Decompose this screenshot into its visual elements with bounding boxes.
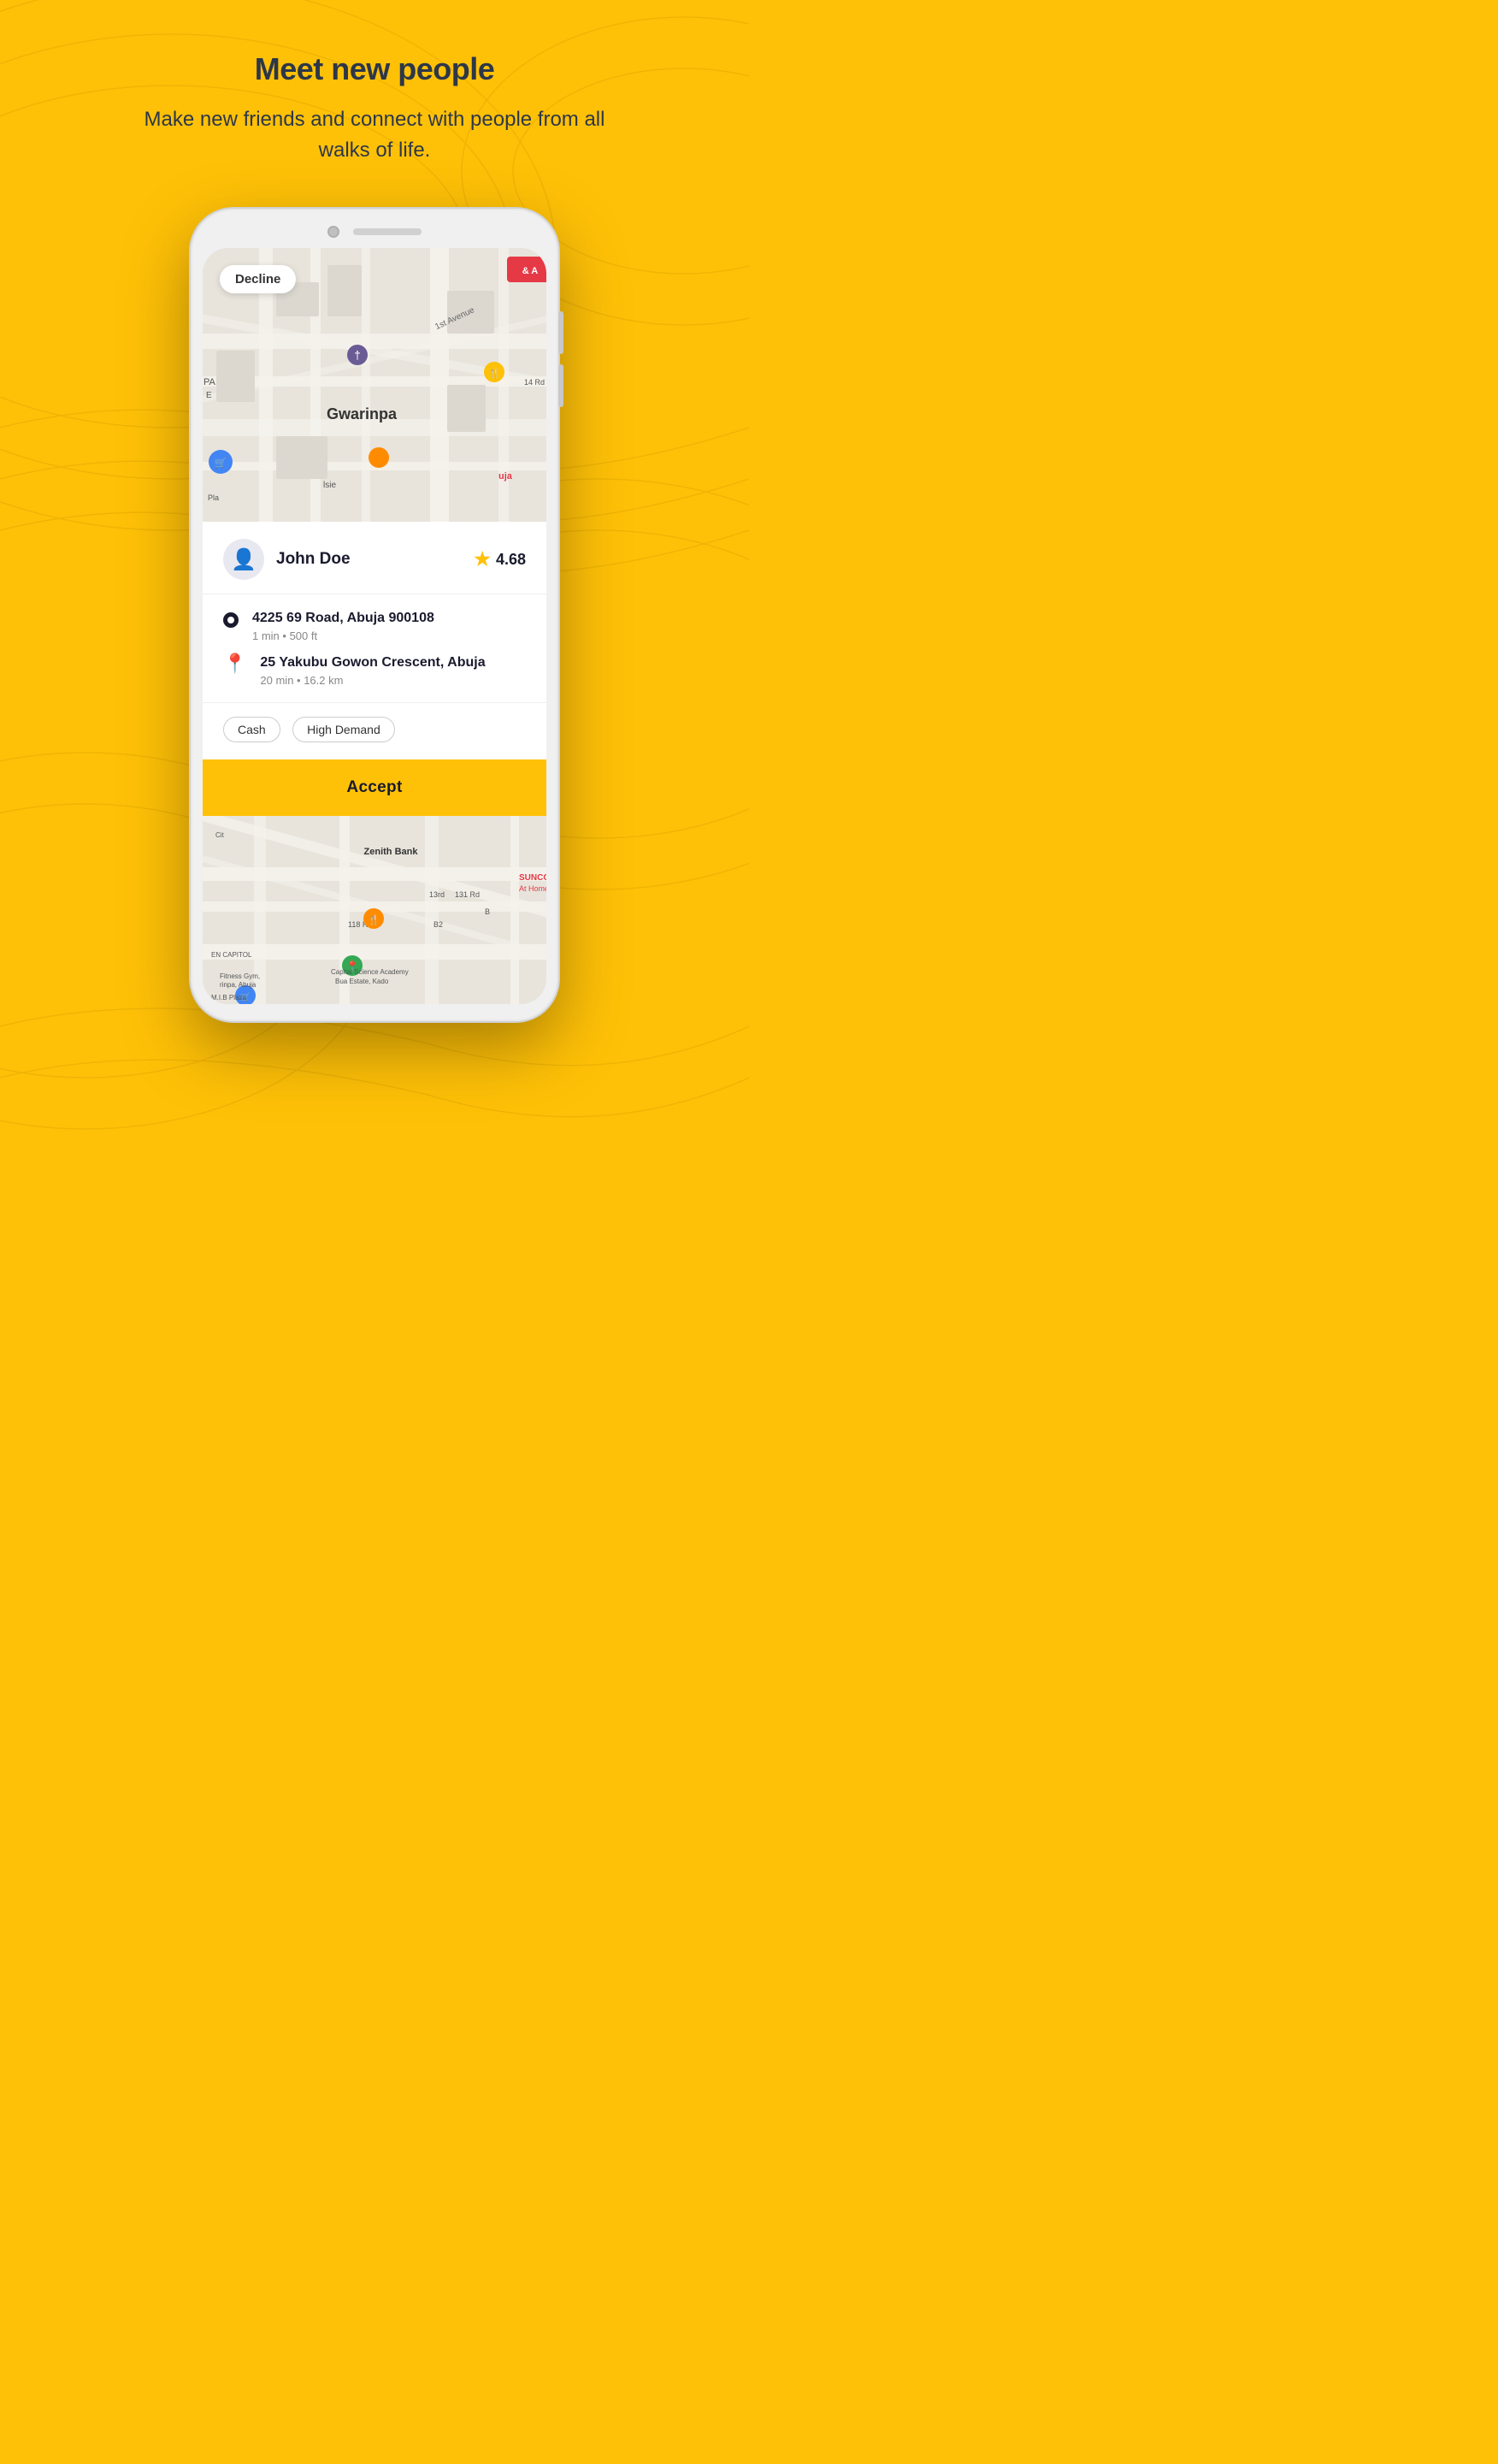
- svg-text:Zenith Bank: Zenith Bank: [364, 847, 419, 857]
- svg-text:14 Rd: 14 Rd: [524, 378, 545, 387]
- volume-button: [558, 311, 563, 354]
- dropoff-meta: 20 min • 16.2 km: [260, 674, 485, 687]
- star-icon: ★: [474, 548, 491, 570]
- svg-text:lsie: lsie: [323, 481, 336, 490]
- page-title: Meet new people: [34, 51, 715, 87]
- phone-notch: [203, 226, 546, 238]
- rider-left: 👤 John Doe: [223, 539, 351, 580]
- page-subtitle: Make new friends and connect with people…: [118, 104, 631, 166]
- tags-section: Cash High Demand: [203, 703, 546, 759]
- dropoff-item: 📍 25 Yakubu Gowon Crescent, Abuja 20 min…: [223, 654, 526, 687]
- pickup-meta: 1 min • 500 ft: [252, 629, 434, 642]
- phone-frame: † 🍴 Gwarinpa 1st Avenue & A 🛒: [191, 209, 558, 1021]
- svg-text:At Home: At Home: [519, 884, 546, 893]
- svg-text:Gwarinpa: Gwarinpa: [327, 405, 398, 422]
- pickup-text: 4225 69 Road, Abuja 900108 1 min • 500 f…: [252, 610, 434, 642]
- dropoff-address: 25 Yakubu Gowon Crescent, Abuja: [260, 654, 485, 672]
- svg-text:B: B: [485, 907, 490, 916]
- svg-text:PA: PA: [203, 377, 216, 387]
- tag-cash: Cash: [223, 717, 280, 742]
- rating-value: 4.68: [496, 551, 526, 569]
- phone-mockup: † 🍴 Gwarinpa 1st Avenue & A 🛒: [0, 192, 749, 1021]
- svg-text:🍴: 🍴: [488, 368, 500, 379]
- side-buttons: [558, 311, 563, 407]
- camera-icon: [327, 226, 339, 238]
- svg-text:13rd: 13rd: [429, 890, 445, 899]
- map-top: † 🍴 Gwarinpa 1st Avenue & A 🛒: [203, 248, 546, 522]
- svg-text:🍴: 🍴: [368, 914, 380, 925]
- phone-screen: † 🍴 Gwarinpa 1st Avenue & A 🛒: [203, 248, 546, 1004]
- pickup-item: 4225 69 Road, Abuja 900108 1 min • 500 f…: [223, 610, 526, 642]
- map-bottom: Zenith Bank 131 Rd 13rd 118 Rd B2 B SUNC…: [203, 816, 546, 1004]
- accept-button[interactable]: Accept: [203, 759, 546, 816]
- speaker: [353, 228, 422, 235]
- decline-button[interactable]: Decline: [220, 265, 296, 293]
- svg-text:E: E: [206, 391, 212, 400]
- rating: ★ 4.68: [474, 548, 526, 570]
- svg-text:🛒: 🛒: [215, 457, 227, 469]
- svg-text:Fitness Gym,: Fitness Gym,: [220, 972, 260, 980]
- person-icon: 👤: [231, 547, 257, 572]
- svg-text:M.I.B Plaza: M.I.B Plaza: [211, 994, 246, 1002]
- svg-text:†: †: [354, 348, 361, 362]
- header: Meet new people Make new friends and con…: [0, 0, 749, 192]
- tag-high-demand: High Demand: [292, 717, 395, 742]
- svg-text:Capital Science Academy: Capital Science Academy: [331, 968, 409, 976]
- volume-button: [558, 364, 563, 407]
- avatar: 👤: [223, 539, 264, 580]
- svg-text:Cit: Cit: [215, 831, 225, 839]
- svg-text:B2: B2: [433, 920, 443, 929]
- svg-text:SUNCOUR: SUNCOUR: [519, 873, 546, 883]
- svg-text:uja: uja: [498, 471, 513, 482]
- ride-card: 👤 John Doe ★ 4.68: [203, 522, 546, 816]
- route-section: 4225 69 Road, Abuja 900108 1 min • 500 f…: [203, 594, 546, 703]
- pin-icon: 📍: [223, 653, 246, 675]
- pickup-address: 4225 69 Road, Abuja 900108: [252, 610, 434, 628]
- rider-info: 👤 John Doe ★ 4.68: [203, 522, 546, 594]
- svg-text:rinpa, Abuja: rinpa, Abuja: [220, 981, 257, 989]
- svg-text:131 Rd: 131 Rd: [455, 890, 480, 899]
- svg-text:Bua Estate, Kado: Bua Estate, Kado: [335, 978, 389, 985]
- svg-text:EN CAPITOL: EN CAPITOL: [211, 951, 252, 959]
- dropoff-text: 25 Yakubu Gowon Crescent, Abuja 20 min •…: [260, 654, 485, 687]
- svg-text:& A: & A: [522, 266, 539, 276]
- rider-name: John Doe: [276, 550, 351, 569]
- svg-text:Pla: Pla: [208, 493, 219, 502]
